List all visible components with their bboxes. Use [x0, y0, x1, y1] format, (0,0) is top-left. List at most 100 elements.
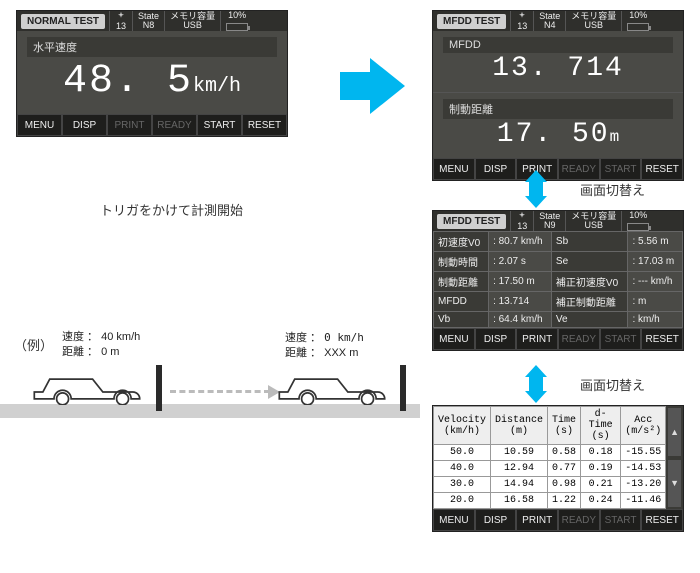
- scroll-down-button[interactable]: ▼: [668, 460, 681, 508]
- disp-button[interactable]: DISP: [62, 114, 107, 136]
- param-label: 初速度V0: [434, 232, 489, 252]
- menu-button[interactable]: MENU: [433, 158, 475, 180]
- table-row: 20.016.581.220.24-11.46: [434, 493, 666, 509]
- switch-caption: 画面切替え: [580, 375, 645, 394]
- table-row: 30.014.940.980.21-13.20: [434, 477, 666, 493]
- start-button[interactable]: START: [197, 114, 242, 136]
- trigger-caption: トリガをかけて計測開始: [100, 200, 243, 219]
- battery-status: 10%: [621, 211, 654, 231]
- cell: 0.58: [548, 445, 581, 461]
- param-value: : 17.50 m: [489, 272, 552, 292]
- cell: -13.20: [621, 477, 666, 493]
- panel-title: MFDD TEST: [437, 214, 506, 229]
- start-button: START: [600, 509, 642, 531]
- battery-status: 10%: [621, 11, 654, 31]
- battery-icon: [627, 223, 649, 231]
- battery-icon: [226, 23, 248, 31]
- menu-button[interactable]: MENU: [433, 509, 475, 531]
- satellite-status: 13: [510, 11, 533, 31]
- cell: -11.46: [621, 493, 666, 509]
- cell: 40.0: [434, 461, 491, 477]
- scroll-up-button[interactable]: ▲: [668, 408, 681, 456]
- reset-button[interactable]: RESET: [641, 328, 683, 350]
- button-bar: MENUDISPPRINTREADYSTARTRESET: [433, 509, 683, 531]
- statusbar: NORMAL TEST 13 StateN8 メモリ容量USB 10%: [17, 11, 287, 31]
- panel-mfdd-summary: MFDD TEST 13 StateN4 メモリ容量USB 10% MFDD 1…: [432, 10, 684, 181]
- statusbar: MFDD TEST 13 StateN4 メモリ容量USB 10%: [433, 11, 683, 31]
- satellite-icon: [516, 11, 528, 20]
- satellite-status: 13: [109, 11, 132, 31]
- print-button[interactable]: PRINT: [516, 509, 558, 531]
- metric-label: MFDD: [443, 37, 673, 53]
- scrollbar: ▲ ▼: [666, 406, 683, 509]
- param-value: : m: [628, 292, 683, 312]
- battery-icon: [627, 23, 649, 31]
- button-bar: MENUDISPPRINTREADYSTARTRESET: [17, 114, 287, 136]
- disp-button[interactable]: DISP: [475, 158, 517, 180]
- ready-button: READY: [558, 509, 600, 531]
- detail-table: 初速度V0: 80.7 km/hSb: 5.56 m制動時間: 2.07 sSe…: [433, 231, 683, 328]
- param-label: 補正制動距離: [551, 292, 628, 312]
- reset-button[interactable]: RESET: [242, 114, 287, 136]
- cell: 14.94: [491, 477, 548, 493]
- ready-button: READY: [558, 158, 600, 180]
- param-label: MFDD: [434, 292, 489, 312]
- start-button: START: [600, 158, 642, 180]
- reset-button[interactable]: RESET: [641, 509, 683, 531]
- param-value: : 17.03 m: [628, 252, 683, 272]
- cell: 16.58: [491, 493, 548, 509]
- col-header: Distance(m): [491, 407, 548, 445]
- start-button: START: [600, 328, 642, 350]
- panel-title: MFDD TEST: [437, 14, 506, 29]
- param-label: Se: [551, 252, 628, 272]
- button-bar: MENUDISPPRINTREADYSTARTRESET: [433, 158, 683, 180]
- car-after-icon: [275, 362, 395, 408]
- memory-status: メモリ容量USB: [565, 211, 621, 231]
- param-label: 補正初速度V0: [551, 272, 628, 292]
- cell: 30.0: [434, 477, 491, 493]
- car-right-info: 速度 ： 0 km/h 距離 ： XXX m: [285, 330, 364, 362]
- param-value: : 2.07 s: [489, 252, 552, 272]
- panel-normal-test: NORMAL TEST 13 StateN8 メモリ容量USB 10% 水平速度…: [16, 10, 288, 137]
- button-bar: MENUDISPPRINTREADYSTARTRESET: [433, 328, 683, 350]
- panel-mfdd-detail: MFDD TEST 13 StateN9 メモリ容量USB 10% 初速度V0:…: [432, 210, 684, 351]
- satellite-status: 13: [510, 211, 533, 231]
- arrow-right-icon: [370, 58, 405, 114]
- cell: 50.0: [434, 445, 491, 461]
- table-row: 40.012.940.770.19-14.53: [434, 461, 666, 477]
- menu-button[interactable]: MENU: [17, 114, 62, 136]
- arrow-updown-icon: [525, 180, 547, 198]
- print-button[interactable]: PRINT: [516, 328, 558, 350]
- param-value: : 5.56 m: [628, 232, 683, 252]
- wall-marker-2: [400, 365, 406, 411]
- readout-mfdd: MFDD 13. 714: [433, 31, 683, 92]
- example-label: （例）: [14, 335, 53, 354]
- reset-button[interactable]: RESET: [641, 158, 683, 180]
- disp-button[interactable]: DISP: [475, 328, 517, 350]
- cell: 20.0: [434, 493, 491, 509]
- battery-status: 10%: [220, 11, 253, 31]
- print-button: PRINT: [107, 114, 152, 136]
- metric-label: 制動距離: [443, 99, 673, 119]
- cell: 0.18: [581, 445, 621, 461]
- param-label: Vb: [434, 312, 489, 328]
- param-value: : 64.4 km/h: [489, 312, 552, 328]
- disp-button[interactable]: DISP: [475, 509, 517, 531]
- arrow-updown-icon: [525, 375, 547, 393]
- cell: -15.55: [621, 445, 666, 461]
- param-value: : km/h: [628, 312, 683, 328]
- motion-arrow-icon: [170, 390, 270, 393]
- metric-label: 水平速度: [27, 37, 277, 57]
- satellite-icon: [516, 211, 528, 220]
- panel-title: NORMAL TEST: [21, 14, 105, 29]
- col-header: d-Time(s): [581, 407, 621, 445]
- panel-data-table: Velocity(km/h)Distance(m)Time(s)d-Time(s…: [432, 405, 684, 532]
- battery-pct: 10%: [228, 11, 246, 20]
- menu-button[interactable]: MENU: [433, 328, 475, 350]
- ready-button: READY: [558, 328, 600, 350]
- sat-count: 13: [116, 22, 126, 31]
- satellite-icon: [115, 11, 127, 20]
- param-value: : 80.7 km/h: [489, 232, 552, 252]
- cell: 0.24: [581, 493, 621, 509]
- param-label: 制動時間: [434, 252, 489, 272]
